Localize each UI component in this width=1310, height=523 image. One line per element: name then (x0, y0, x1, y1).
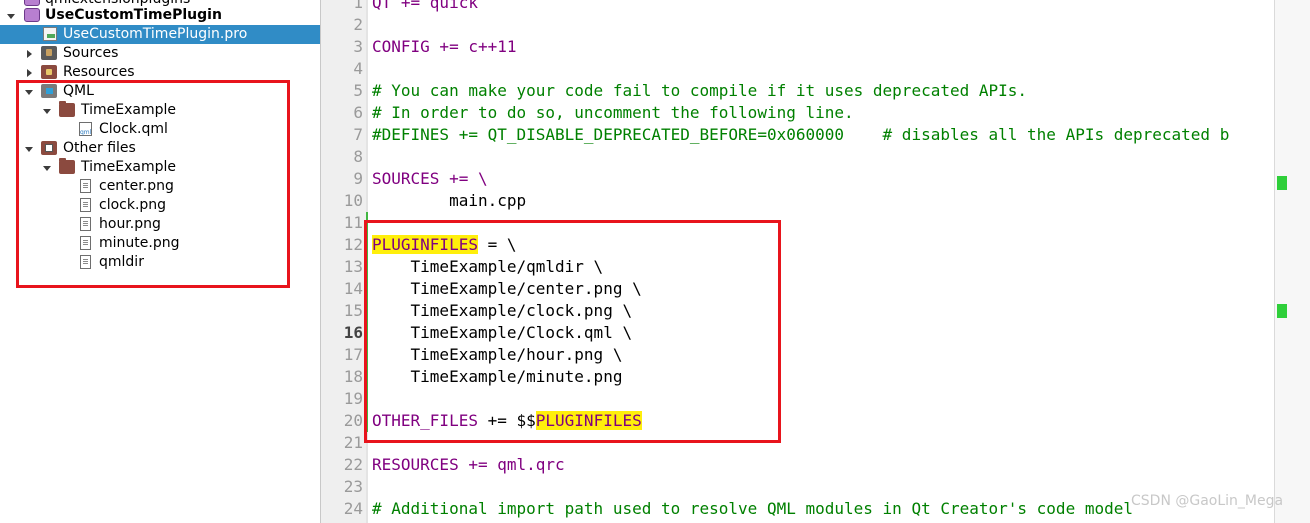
chevron-right-icon[interactable] (27, 49, 32, 58)
code-line[interactable]: # You can make your code fail to compile… (372, 80, 1027, 102)
line-number: 21 (343, 433, 363, 452)
line-number: 5 (353, 81, 363, 100)
line-number: 24 (343, 499, 363, 518)
project-tree[interactable]: qmlextensionplugins UseCustomTimePlugin … (0, 0, 321, 523)
line-number: 8 (353, 147, 363, 166)
code-line[interactable]: CONFIG += c++11 (372, 36, 517, 58)
scrollbar-change-marker (1277, 176, 1287, 190)
annotation-box-code (364, 220, 781, 443)
code-line[interactable]: QT += quick (372, 0, 478, 14)
code-line[interactable]: SOURCES += \ (372, 168, 488, 190)
code-line-text: CONFIG += c++11 (372, 37, 517, 56)
tree-item-usecustomtimeplugin[interactable]: UseCustomTimePlugin (0, 6, 321, 25)
tree-item-sources[interactable]: Sources (0, 44, 321, 63)
line-number: 11 (343, 213, 363, 232)
line-number: 17 (343, 345, 363, 364)
line-number: 9 (353, 169, 363, 188)
resources-folder-icon (41, 65, 57, 79)
line-number-gutter: 1 2 3 4 5 6 7 8 9 10 11 12 13 14 15 16 1… (321, 0, 366, 523)
line-number: 15 (343, 301, 363, 320)
code-line[interactable]: main.cpp (372, 190, 526, 212)
code-line[interactable]: # In order to do so, uncomment the follo… (372, 102, 854, 124)
line-number: 13 (343, 257, 363, 276)
tree-item-pro-file[interactable]: UseCustomTimePlugin.pro (0, 25, 321, 44)
line-number: 19 (343, 389, 363, 408)
line-number: 7 (353, 125, 363, 144)
line-number: 12 (343, 235, 363, 254)
line-number: 1 (353, 0, 363, 12)
pro-file-icon (43, 27, 57, 41)
line-number: 22 (343, 455, 363, 474)
watermark: CSDN @GaoLin_Mega (1131, 493, 1284, 509)
project-icon (24, 8, 40, 22)
current-line-number: 16 (343, 323, 363, 342)
code-line[interactable]: RESOURCES += qml.qrc (372, 454, 565, 476)
line-number: 18 (343, 367, 363, 386)
annotation-box-tree (16, 80, 290, 288)
line-number: 3 (353, 37, 363, 56)
chevron-down-icon[interactable] (7, 13, 15, 19)
editor-scrollbar[interactable] (1274, 0, 1310, 523)
line-number: 2 (353, 15, 363, 34)
code-line[interactable]: #DEFINES += QT_DISABLE_DEPRECATED_BEFORE… (372, 124, 1229, 146)
line-number: 20 (343, 411, 363, 430)
line-number: 10 (343, 191, 363, 210)
line-number: 6 (353, 103, 363, 122)
line-number: 23 (343, 477, 363, 496)
line-number: 14 (343, 279, 363, 298)
sources-folder-icon (41, 46, 57, 60)
line-number: 4 (353, 59, 363, 78)
scrollbar-change-marker (1277, 304, 1287, 318)
chevron-right-icon[interactable] (27, 68, 32, 77)
code-line[interactable]: # Additional import path used to resolve… (372, 498, 1133, 520)
